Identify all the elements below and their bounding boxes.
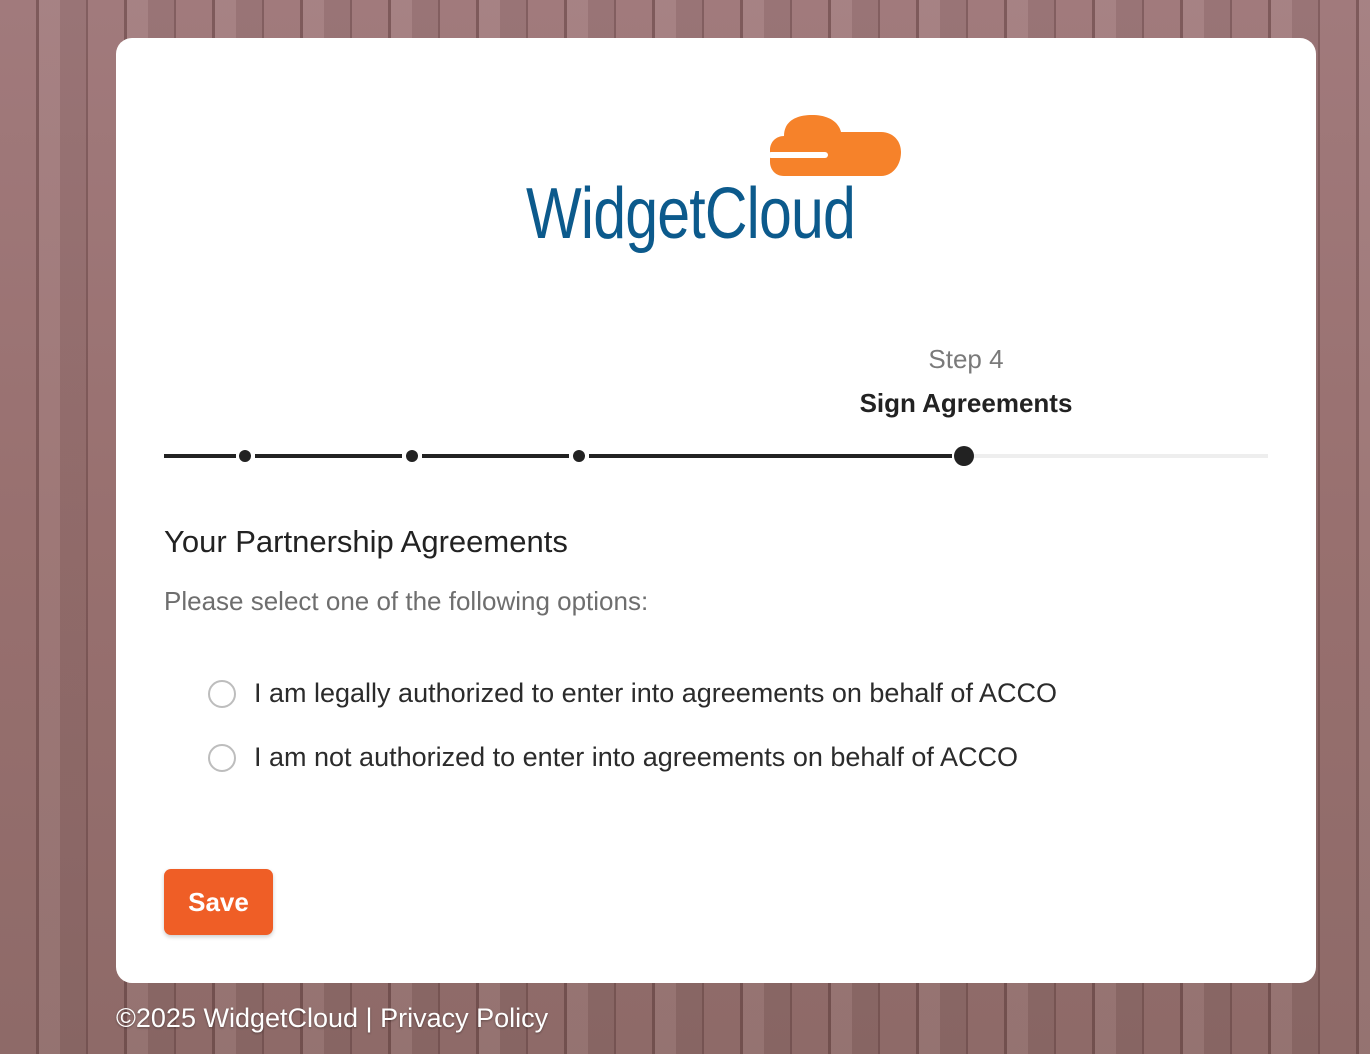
step-number: Step 4 <box>928 344 1004 374</box>
brand-name: WidgetCloud <box>526 174 856 254</box>
radio-authorized[interactable] <box>208 679 236 708</box>
widgetcloud-logo: WidgetCloud <box>526 110 906 270</box>
option-authorized-label[interactable]: I am legally authorized to enter into ag… <box>254 678 1057 709</box>
progress-dot-3 <box>573 450 585 462</box>
progress-stepper <box>164 446 1268 466</box>
copyright-text: ©2025 WidgetCloud | <box>116 1003 373 1033</box>
option-authorized[interactable]: I am legally authorized to enter into ag… <box>208 678 1057 709</box>
registration-card: WidgetCloud Step 4 Sign Agreements Your … <box>116 38 1316 983</box>
privacy-policy-link[interactable]: Privacy Policy <box>380 1003 548 1033</box>
footer: ©2025 WidgetCloud | Privacy Policy <box>116 1003 548 1034</box>
instructions-text: Please select one of the following optio… <box>164 586 649 616</box>
option-not-authorized-label[interactable]: I am not authorized to enter into agreem… <box>254 742 1018 773</box>
progress-dot-2 <box>406 450 418 462</box>
save-button[interactable]: Save <box>164 869 273 935</box>
option-not-authorized[interactable]: I am not authorized to enter into agreem… <box>208 742 1018 773</box>
step-title: Sign Agreements <box>859 388 1073 418</box>
radio-not-authorized[interactable] <box>208 743 236 772</box>
progress-dot-1 <box>239 450 251 462</box>
progress-dot-current <box>954 446 974 466</box>
section-title: Your Partnership Agreements <box>164 524 568 559</box>
